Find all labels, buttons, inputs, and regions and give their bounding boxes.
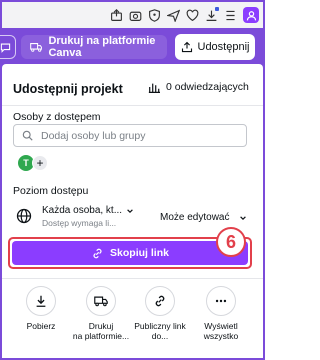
camera-icon[interactable] [126,6,144,24]
permission-dropdown[interactable]: Może edytować [160,212,247,223]
share-button-label: Udostępnij [197,41,250,53]
visitor-count-label: 0 odwiedzających [166,81,249,93]
print-action[interactable]: Drukuj na platformie... [71,286,131,341]
downloads-icon[interactable] [202,6,220,24]
truck-icon [30,43,43,52]
download-action-label: Pobierz [26,321,56,331]
link-icon [93,248,102,258]
more-icon [215,299,227,303]
print-action-label: Drukuj na platformie... [72,321,130,341]
link-icon [155,295,165,307]
copy-link-button[interactable]: Skopiuj link [12,241,248,265]
header-divider [2,105,263,106]
globe-icon [16,208,32,224]
chevron-down-icon [127,208,133,213]
comment-icon [0,43,10,53]
download-indicator-icon [215,7,219,11]
heart-icon[interactable] [183,6,201,24]
upload-icon [181,41,192,53]
download-icon [36,295,46,307]
chevron-down-icon [240,215,247,220]
share-button[interactable]: Udostępnij [175,34,255,60]
add-person-button[interactable]: + [32,155,48,171]
share-actions: Pobierz Drukuj na platformie... Publiczn… [2,286,263,356]
print-on-canva-label: Drukuj na platformie Canva [48,35,156,59]
public-link-action-label: Publiczny link do... [134,321,186,341]
add-people-placeholder: Dodaj osoby lub grupy [41,129,146,142]
add-people-input[interactable]: Dodaj osoby lub grupy [13,124,247,147]
link-access-dropdown[interactable]: Każda osoba, kt... Dostęp wymaga li... [16,205,134,228]
see-all-action-label: Wyświetl wszystko [203,321,239,341]
panel-title: Udostępnij projekt [13,82,123,96]
see-all-action[interactable]: Wyświetl wszystko [191,286,251,341]
print-on-canva-button[interactable]: Drukuj na platformie Canva [21,35,167,59]
visitor-count[interactable]: 0 odwiedzających [148,81,249,93]
browser-extension-bar [2,2,263,28]
share-panel: Udostępnij projekt 0 odwiedzających Osob… [2,64,263,358]
permission-label: Może edytować [160,212,230,223]
access-sub-text: Dostęp wymaga li... [42,218,117,228]
step-number-badge: 6 [216,227,246,257]
shield-extension-icon[interactable] [145,6,163,24]
search-icon [22,130,33,141]
download-action[interactable]: Pobierz [11,286,71,331]
share-page-icon[interactable] [107,6,125,24]
send-icon[interactable] [164,6,182,24]
truck-icon [94,296,108,307]
access-main-text: Każda osoba, kt... [42,205,123,216]
actions-divider [2,278,263,279]
copy-link-label: Skopiuj link [110,247,169,259]
extensions-icon[interactable] [221,6,239,24]
comment-button[interactable] [0,35,16,59]
bar-chart-icon [148,83,160,93]
access-level-label: Poziom dostępu [13,185,89,197]
people-access-label: Osoby z dostępem [13,111,101,123]
profile-icon[interactable] [243,7,259,23]
public-link-action[interactable]: Publiczny link do... [130,286,190,341]
plus-icon: + [36,156,44,170]
editor-toolbar: Drukuj na platformie Canva Udostępnij [0,28,265,64]
